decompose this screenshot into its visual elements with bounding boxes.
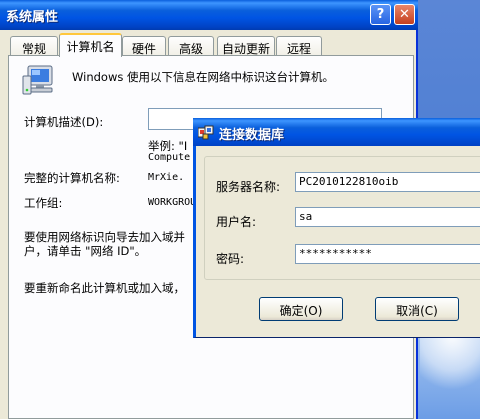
connect-database-dialog: 连接数据库 服务器名称: PC2010122810oib 用户名: sa 密码:… [193, 118, 480, 338]
password-label: 密码: [216, 252, 245, 266]
workgroup-value: WORKGROU [148, 197, 197, 208]
tab-hardware[interactable]: 硬件 [122, 36, 166, 56]
tab-computer-name[interactable]: 计算机名 [59, 33, 122, 57]
password-input[interactable]: *********** [295, 244, 480, 264]
title-bar[interactable]: 系统属性 ? ✕ [0, 0, 418, 30]
description-label: 计算机描述(D): [24, 115, 104, 129]
full-name-label: 完整的计算机名称: [24, 171, 120, 185]
close-icon[interactable]: ✕ [394, 4, 415, 25]
username-label: 用户名: [216, 215, 257, 229]
computer-icon [22, 65, 53, 95]
tab-advanced[interactable]: 高级 [168, 36, 214, 56]
workgroup-label: 工作组: [24, 196, 63, 210]
example-text-2: Compute [148, 152, 191, 163]
cancel-button[interactable]: 取消(C) [375, 297, 459, 321]
server-name-label: 服务器名称: [216, 180, 281, 194]
rename-text: 要重新命名此计算机或加入域， [24, 281, 185, 295]
intro-text: Windows 使用以下信息在网络中标识这台计算机。 [72, 70, 334, 84]
server-name-input[interactable]: PC2010122810oib [295, 172, 480, 192]
ok-button[interactable]: 确定(O) [259, 297, 343, 321]
full-name-value: MrXie. [148, 172, 185, 183]
dialog-title-bar[interactable]: 连接数据库 [193, 118, 480, 146]
tab-general[interactable]: 常规 [10, 36, 58, 56]
network-id-text-2: 户，请单击 "网络 ID"。 [24, 244, 147, 258]
dialog-title: 连接数据库 [219, 128, 285, 143]
tab-automatic-updates[interactable]: 自动更新 [217, 36, 275, 56]
help-icon[interactable]: ? [370, 4, 391, 25]
tab-remote[interactable]: 远程 [276, 36, 322, 56]
username-input[interactable]: sa [295, 207, 480, 227]
app-icon [198, 125, 214, 140]
window-title: 系统属性 [6, 10, 59, 25]
